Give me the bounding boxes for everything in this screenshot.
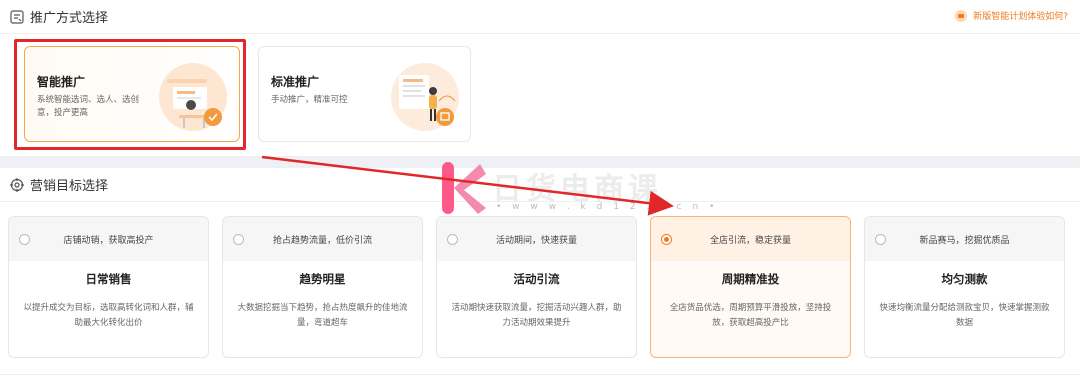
goal-card-header: 活动期间，快速获量 (437, 217, 636, 261)
goal-card-trend-star[interactable]: 抢占趋势流量，低价引流 趋势明星 大数据挖掘当下趋势，抢占热度飙升的佳地流量，弯… (222, 216, 423, 358)
annotation-highlight-box (14, 39, 246, 150)
promo-section-title: 推广方式选择 (30, 11, 109, 26)
bottom-divider (0, 374, 1080, 375)
goal-card-desc: 快速均衡流量分配给测款宝贝，快速掌握测款数据 (879, 303, 1050, 328)
goal-section-header: 营销目标选择 (0, 168, 1080, 202)
goal-card-title: 活动引流 (513, 272, 560, 286)
goal-card-title: 趋势明星 (299, 272, 346, 286)
goal-card-desc: 活动期快速获取流量，挖掘活动兴趣人群，助力活动期效果提升 (451, 303, 622, 328)
goal-card-header: 抢占趋势流量，低价引流 (223, 217, 422, 261)
goal-card-title: 周期精准投 (721, 272, 780, 286)
goal-card-header: 全店引流，稳定获量 (651, 217, 850, 261)
goal-card-header: 店铺动销，获取高投产 (9, 217, 208, 261)
goal-card-event-traffic[interactable]: 活动期间，快速获量 活动引流 活动期快速获取流量，挖掘活动兴趣人群，助力活动期效… (436, 216, 637, 358)
goal-card-subtitle: 全店引流，稳定获量 (709, 235, 791, 246)
goal-card-title: 均匀测款 (941, 272, 988, 286)
goal-section-title: 营销目标选择 (30, 179, 109, 194)
goal-card-subtitle: 新品赛马，挖掘优质品 (919, 235, 1010, 246)
target-icon (10, 177, 24, 192)
feedback-icon (955, 9, 968, 22)
goal-card-desc: 大数据挖掘当下趋势，抢占热度飙升的佳地流量，弯道超车 (237, 303, 408, 328)
goal-card-desc: 全店货品优选，周期预算平滑投放，坚持投放，获取超高投产比 (669, 303, 832, 328)
goal-card-header: 新品赛马，挖掘优质品 (865, 217, 1064, 261)
promo-method-icon (10, 9, 24, 24)
goal-card-subtitle: 活动期间，快速获量 (495, 235, 577, 246)
feedback-link[interactable]: 新版智能计划体验如何? (955, 9, 1068, 22)
goal-card-desc: 以提升成交为目标，选取高转化词和人群，辅助最大化转化出价 (23, 303, 194, 328)
goal-card-periodic-precise[interactable]: 全店引流，稳定获量 周期精准投 全店货品优选，周期预算平滑投放，坚持投放，获取超… (650, 216, 851, 358)
page: 推广方式选择 新版智能计划体验如何? 智能推广 系统智能选词、选人、选创 意，投… (0, 0, 1080, 380)
promo-card-standard[interactable]: 标准推广 手动推广，精准可控 (258, 46, 471, 142)
goal-card-even-test[interactable]: 新品赛马，挖掘优质品 均匀测款 快速均衡流量分配给测款宝贝，快速掌握测款数据 (864, 216, 1065, 358)
goal-card-daily-sales[interactable]: 店铺动销，获取高投产 日常销售 以提升成交为目标，选取高转化词和人群，辅助最大化… (8, 216, 209, 358)
watermark-url: • w w w . k d 1 2 3 . c n • (496, 202, 719, 212)
goal-card-title: 日常销售 (85, 272, 132, 286)
standard-promo-illustration (391, 63, 459, 131)
section-divider (0, 156, 1080, 168)
goal-card-subtitle: 店铺动销，获取高投产 (63, 235, 154, 246)
goal-card-subtitle: 抢占趋势流量，低价引流 (272, 235, 372, 246)
promo-section-header: 推广方式选择 (0, 0, 1080, 34)
feedback-label: 新版智能计划体验如何? (973, 12, 1068, 22)
